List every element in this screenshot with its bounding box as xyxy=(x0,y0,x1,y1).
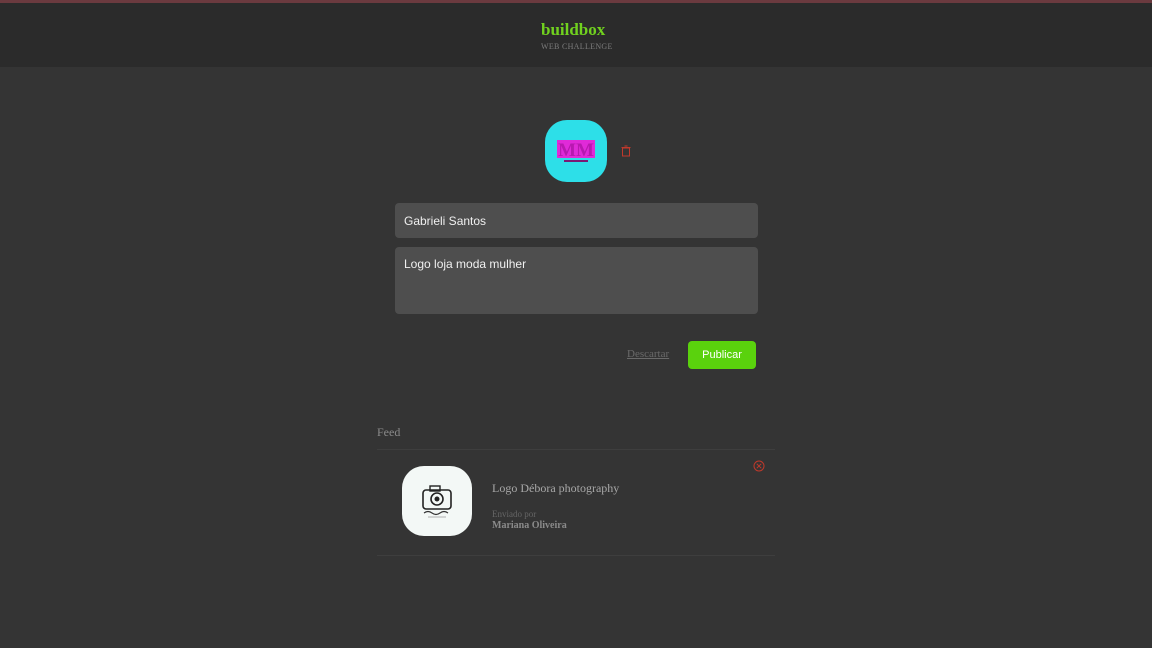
feed-item-message: Logo Débora photography xyxy=(492,481,620,495)
feed-item-sent-by-label: Enviado por xyxy=(492,509,537,519)
brand-subtitle: WEB CHALLENGE xyxy=(541,42,613,51)
feed-heading: Feed xyxy=(377,425,401,439)
brand: buildbox WEB CHALLENGE xyxy=(541,20,613,52)
feed-item-image xyxy=(402,466,472,536)
brand-title: buildbox xyxy=(541,20,606,39)
feed-item-author: Mariana Oliveira xyxy=(492,520,567,531)
app-header: buildbox WEB CHALLENGE xyxy=(0,3,1152,67)
publish-button[interactable]: Publicar xyxy=(688,341,756,369)
name-input[interactable] xyxy=(395,203,758,238)
post-image-preview[interactable]: MM xyxy=(545,120,607,182)
camera-logo-image xyxy=(422,485,452,518)
trash-icon[interactable] xyxy=(620,145,632,157)
discard-link[interactable]: Descartar xyxy=(627,348,669,360)
mm-logo-image: MM xyxy=(557,140,595,162)
feed-item: Logo Débora photography Enviado por Mari… xyxy=(377,449,775,556)
close-circle-icon[interactable] xyxy=(753,460,765,472)
avatar-logo-text: MM xyxy=(558,140,594,161)
message-input[interactable]: Logo loja moda mulher xyxy=(395,247,758,314)
